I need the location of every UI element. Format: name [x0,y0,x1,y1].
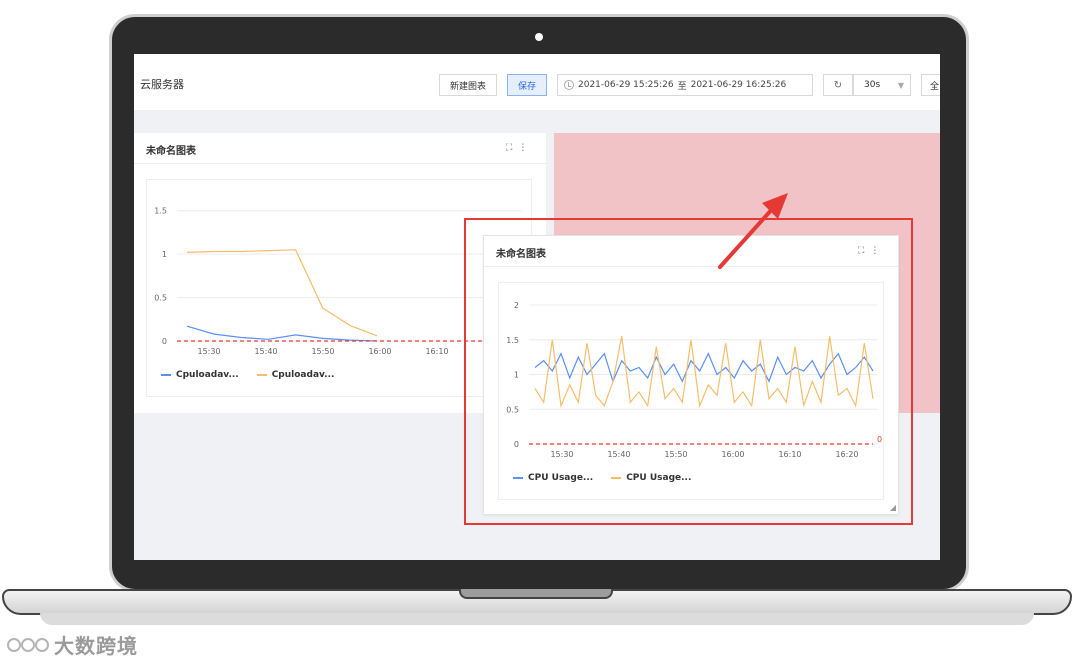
y-tick-label: 1.5 [154,207,167,216]
y-tick-label: 0.5 [506,405,519,414]
chevron-down-icon: ▼ [897,80,904,90]
refresh-icon: ↻ [833,79,843,91]
x-tick-label: 15:30 [550,450,573,459]
page-title: 云服务器 [140,78,184,91]
resize-handle-icon[interactable]: ◢ [890,503,896,512]
y-tick-label: 2 [514,301,519,310]
x-tick-label: 15:40 [607,450,630,459]
y-tick-label: 1 [162,250,167,259]
x-tick-label: 16:00 [721,450,744,459]
time-start: 2021-06-29 15:25:26 [578,80,674,90]
x-tick-label: 15:50 [664,450,687,459]
panel-divider [484,266,898,267]
time-end: 2021-06-29 16:25:26 [690,80,787,90]
watermark-text: 大数跨境 [54,634,138,658]
fullscreen-button[interactable]: 全 [921,74,940,96]
panel-divider [134,163,546,164]
x-tick-label: 16:10 [425,347,448,356]
legend-item-2[interactable]: Cpuloadav... [256,370,335,380]
y-tick-label: 0 [162,337,167,346]
panel-tools: ⛶⋮ [506,143,533,153]
save-button[interactable]: 保存 [507,74,547,96]
legend-label: Cpuloadav... [176,370,239,380]
time-range-picker[interactable]: 2021-06-29 15:25:26 至 2021-06-29 16:25:2… [557,74,813,96]
expand-icon[interactable]: ⛶ [506,143,518,153]
refresh-interval-select[interactable]: 30s ▼ [853,74,911,96]
legend-swatch [513,477,523,479]
laptop-hinge-notch [459,589,613,599]
x-tick-label: 15:50 [311,347,334,356]
x-tick-label: 15:40 [254,347,277,356]
y-tick-label: 1 [514,371,519,380]
chart-panel-dragged[interactable]: 未命名图表 ⛶⋮ 0 0.5 1 1.5 2 15:30 15:40 15:50 16:00 16… [483,235,899,515]
new-chart-button[interactable]: 新建图表 [439,74,497,96]
drag-arrow-icon [718,193,788,269]
x-tick-label: 16:10 [778,450,801,459]
refresh-interval-value: 30s [864,80,881,90]
legend-item-1[interactable]: CPU Usage... [513,473,593,483]
legend-label: CPU Usage... [626,473,692,483]
chart-area: 0 0.5 1 1.5 2 15:30 15:40 15:50 16:00 16:10 16:20 0… [498,282,884,500]
threshold-label: 0 [877,435,882,444]
clock-icon [564,80,574,90]
camera-dot [535,33,543,41]
time-separator: 至 [677,81,687,92]
y-tick-label: 0 [514,440,519,449]
panel-tools: ⛶⋮ [858,246,885,256]
line-chart-popout: 0 0.5 1 1.5 2 15:30 15:40 15:50 16:00 16:10 16:20 0 [506,301,882,459]
y-tick-label: 1.5 [506,336,519,345]
legend-swatch [256,374,267,376]
legend-label: Cpuloadav... [271,370,335,380]
legend-label: CPU Usage... [528,473,594,483]
chart-legend: CPU Usage... CPU Usage... [513,473,691,483]
panel-title: 未命名图表 [496,249,546,260]
expand-icon[interactable]: ⛶ [858,246,870,256]
series-line-2 [186,249,378,337]
panel-title: 未命名图表 [146,146,196,157]
y-tick-label: 0.5 [154,294,167,303]
series-line-1 [534,352,874,384]
x-tick-label: 15:30 [197,347,220,356]
laptop-foot [40,613,1034,625]
x-tick-label: 16:00 [368,347,391,356]
more-icon[interactable]: ⋮ [870,246,885,256]
more-icon[interactable]: ⋮ [518,143,533,153]
top-toolbar: 云服务器 新建图表 保存 2021-06-29 15:25:26 至 2021-… [134,54,940,110]
x-tick-label: 16:20 [835,450,858,459]
chart-legend: Cpuloadav... Cpuloadav... [161,370,334,380]
refresh-button[interactable]: ↻ [823,74,853,96]
legend-swatch [611,477,622,479]
legend-swatch [161,374,171,376]
watermark: 大数跨境 [6,630,138,659]
legend-item-1[interactable]: Cpuloadav... [161,370,239,380]
series-line-1 [186,325,378,342]
legend-item-2[interactable]: CPU Usage... [611,473,691,483]
watermark-logo-icon [7,637,49,652]
